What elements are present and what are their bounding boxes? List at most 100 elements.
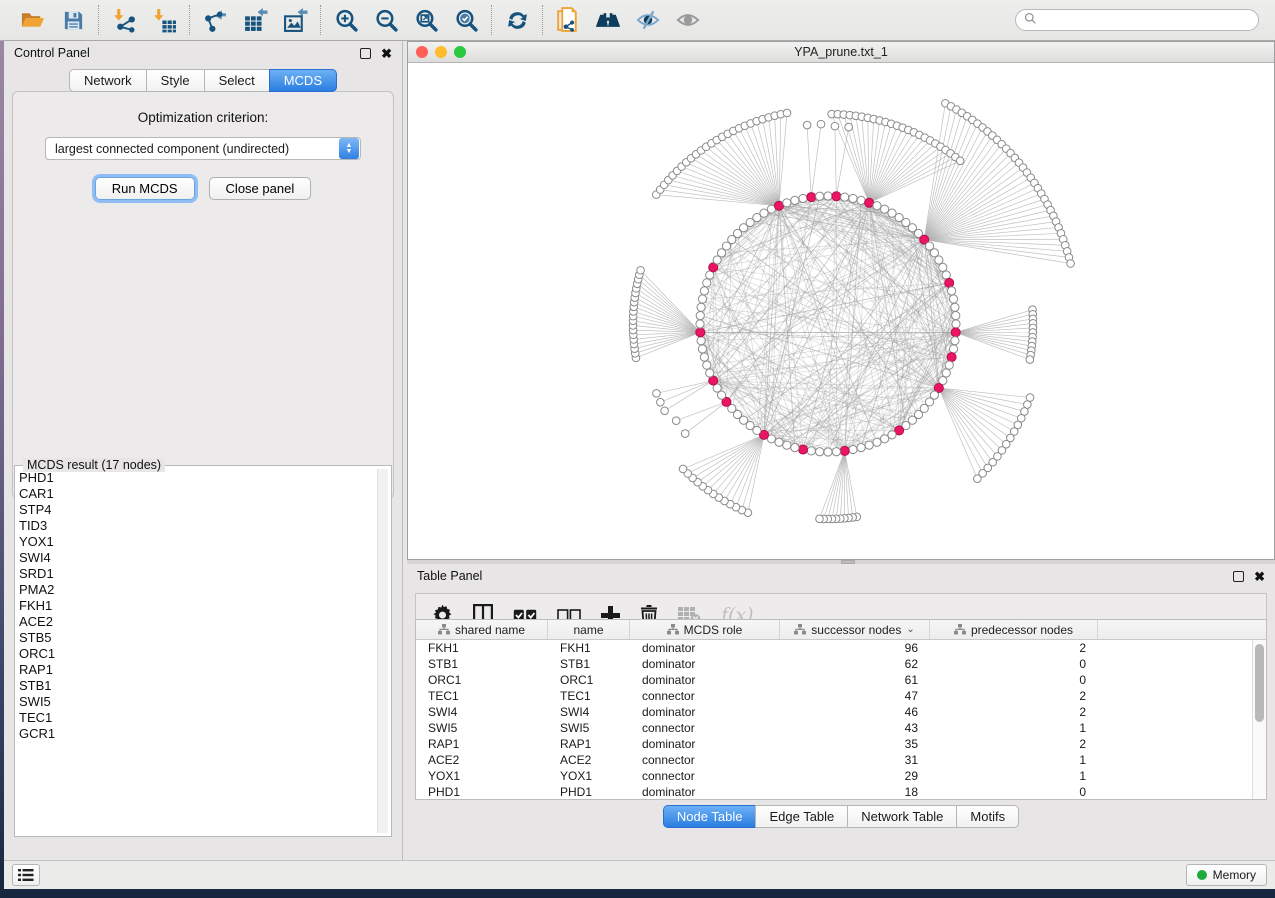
- table-cell[interactable]: 62: [780, 657, 930, 671]
- network-node[interactable]: [881, 435, 889, 443]
- mcds-result-item[interactable]: STB1: [19, 678, 375, 694]
- mcds-result-item[interactable]: YOX1: [19, 534, 375, 550]
- mcds-hub-node[interactable]: [951, 328, 960, 337]
- mcds-result-item[interactable]: STP4: [19, 502, 375, 518]
- table-cell[interactable]: 1: [930, 721, 1098, 735]
- table-cell[interactable]: 43: [780, 721, 930, 735]
- table-row[interactable]: YOX1YOX1connector291: [416, 768, 1252, 784]
- table-cell[interactable]: 2: [930, 641, 1098, 655]
- table-cell[interactable]: 2: [930, 737, 1098, 751]
- network-node[interactable]: [698, 295, 706, 303]
- table-cell[interactable]: FKH1: [416, 641, 548, 655]
- zoom-out-icon[interactable]: [373, 7, 399, 33]
- close-panel-icon[interactable]: ✖: [381, 47, 392, 60]
- network-node[interactable]: [873, 438, 881, 446]
- network-node[interactable]: [832, 448, 840, 456]
- table-cell[interactable]: ACE2: [416, 753, 548, 767]
- table-cell[interactable]: 1: [930, 769, 1098, 783]
- birdseye-icon[interactable]: [595, 7, 621, 33]
- table-cell[interactable]: SWI4: [548, 705, 630, 719]
- mcds-result-item[interactable]: PMA2: [19, 582, 375, 598]
- optimization-criterion-select[interactable]: largest connected component (undirected)…: [45, 137, 361, 160]
- table-cell[interactable]: RAP1: [548, 737, 630, 751]
- network-node[interactable]: [857, 196, 865, 204]
- mcds-hub-node[interactable]: [947, 353, 956, 362]
- column-header-MCDS-role[interactable]: MCDS role: [630, 620, 780, 639]
- network-node[interactable]: [951, 303, 959, 311]
- table-cell[interactable]: STB1: [416, 657, 548, 671]
- mcds-result-item[interactable]: CAR1: [19, 486, 375, 502]
- mcds-result-item[interactable]: RAP1: [19, 662, 375, 678]
- table-cell[interactable]: 0: [930, 657, 1098, 671]
- table-cell[interactable]: ORC1: [416, 673, 548, 687]
- table-cell[interactable]: PHD1: [548, 785, 630, 799]
- table-cell[interactable]: 2: [930, 689, 1098, 703]
- table-cell[interactable]: connector: [630, 769, 780, 783]
- table-cell[interactable]: TEC1: [416, 689, 548, 703]
- table-cell[interactable]: dominator: [630, 785, 780, 799]
- table-cell[interactable]: YOX1: [548, 769, 630, 783]
- network-node[interactable]: [791, 196, 799, 204]
- network-node[interactable]: [816, 448, 824, 456]
- network-node[interactable]: [948, 287, 956, 295]
- hide-icon[interactable]: [635, 7, 661, 33]
- network-node[interactable]: [824, 448, 832, 456]
- tab-mcds[interactable]: MCDS: [269, 69, 337, 92]
- tab-select[interactable]: Select: [204, 69, 269, 92]
- table-cell[interactable]: connector: [630, 689, 780, 703]
- mcds-result-item[interactable]: SRD1: [19, 566, 375, 582]
- network-node[interactable]: [703, 279, 711, 287]
- maximize-window-icon[interactable]: [454, 46, 466, 58]
- network-node[interactable]: [697, 337, 705, 345]
- mcds-result-item[interactable]: TEC1: [19, 710, 375, 726]
- table-cell[interactable]: dominator: [630, 673, 780, 687]
- import-table-icon[interactable]: [151, 7, 177, 33]
- search-input[interactable]: [1042, 13, 1250, 27]
- table-row[interactable]: SWI4SWI4dominator462: [416, 704, 1252, 720]
- table-cell[interactable]: connector: [630, 753, 780, 767]
- network-node[interactable]: [849, 445, 857, 453]
- mcds-result-item[interactable]: STB5: [19, 630, 375, 646]
- network-node[interactable]: [791, 444, 799, 452]
- table-row[interactable]: RAP1RAP1dominator352: [416, 736, 1252, 752]
- table-cell[interactable]: 46: [780, 705, 930, 719]
- network-window-titlebar[interactable]: YPA_prune.txt_1: [408, 42, 1274, 63]
- clone-network-icon[interactable]: [555, 7, 581, 33]
- network-node[interactable]: [952, 320, 960, 328]
- network-node[interactable]: [783, 199, 791, 207]
- refresh-icon[interactable]: [504, 7, 530, 33]
- table-row[interactable]: STB1STB1dominator620: [416, 656, 1252, 672]
- table-row[interactable]: PHD1PHD1dominator180: [416, 784, 1252, 799]
- table-row[interactable]: FKH1FKH1dominator962: [416, 640, 1252, 656]
- minimize-window-icon[interactable]: [435, 46, 447, 58]
- network-node[interactable]: [952, 312, 960, 320]
- table-cell[interactable]: 35: [780, 737, 930, 751]
- tab-network-table[interactable]: Network Table: [847, 805, 956, 828]
- table-cell[interactable]: connector: [630, 721, 780, 735]
- float-table-panel-icon[interactable]: [1233, 571, 1244, 582]
- table-cell[interactable]: dominator: [630, 641, 780, 655]
- mcds-hub-node[interactable]: [799, 445, 808, 454]
- mcds-result-item[interactable]: PHD1: [19, 470, 375, 486]
- network-node[interactable]: [849, 194, 857, 202]
- close-window-icon[interactable]: [416, 46, 428, 58]
- network-node[interactable]: [775, 438, 783, 446]
- save-session-icon[interactable]: [60, 7, 86, 33]
- mcds-list-scrollbar[interactable]: [377, 469, 388, 833]
- table-cell[interactable]: 2: [930, 705, 1098, 719]
- table-cell[interactable]: STB1: [548, 657, 630, 671]
- column-header-name[interactable]: name: [548, 620, 630, 639]
- table-cell[interactable]: 61: [780, 673, 930, 687]
- network-node[interactable]: [881, 205, 889, 213]
- mcds-result-item[interactable]: ORC1: [19, 646, 375, 662]
- network-node[interactable]: [949, 295, 957, 303]
- network-node[interactable]: [935, 256, 943, 264]
- mcds-hub-node[interactable]: [945, 278, 954, 287]
- network-node[interactable]: [841, 193, 849, 201]
- column-header-successor-nodes[interactable]: successor nodes⌄: [780, 620, 930, 639]
- table-cell[interactable]: RAP1: [416, 737, 548, 751]
- mcds-hub-node[interactable]: [775, 201, 784, 210]
- table-cell[interactable]: dominator: [630, 705, 780, 719]
- table-cell[interactable]: 47: [780, 689, 930, 703]
- mcds-hub-node[interactable]: [840, 446, 849, 455]
